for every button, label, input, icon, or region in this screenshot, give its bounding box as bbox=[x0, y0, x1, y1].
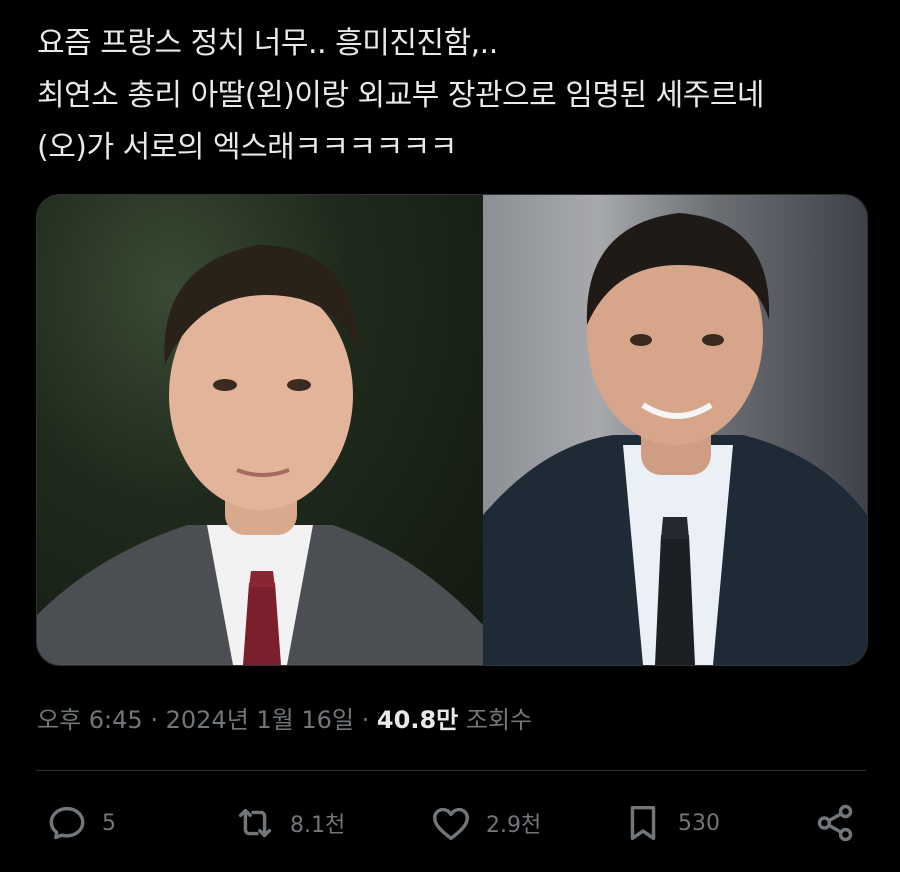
tweet-meta: 오후 6:45 · 2024년 1월 16일 · 40.8만 조회수 bbox=[37, 700, 532, 735]
tweet-time[interactable]: 오후 6:45 bbox=[37, 706, 143, 734]
views-count: 40.8만 bbox=[376, 706, 459, 734]
tweet-text: 요즘 프랑스 정치 너무.. 흥미진진함,.. 최연소 총리 아딸(왼)이랑 외… bbox=[37, 18, 877, 174]
tweet-date[interactable]: 2024년 1월 16일 bbox=[166, 706, 354, 734]
tweet-text-line: 최연소 총리 아딸(왼)이랑 외교부 장관으로 임명된 세주르네 bbox=[37, 78, 765, 113]
retweet-count: 8.1천 bbox=[290, 813, 346, 838]
photo-right-portrait[interactable] bbox=[483, 195, 867, 665]
bookmark-count: 530 bbox=[678, 810, 720, 836]
meta-separator: · bbox=[150, 706, 158, 734]
bookmark-icon bbox=[620, 800, 666, 846]
like-count: 2.9천 bbox=[486, 813, 542, 838]
action-bar: 5 8.1천 2.9천 530 bbox=[0, 798, 900, 848]
retweet-button[interactable]: 8.1천 bbox=[232, 798, 345, 848]
heart-icon bbox=[428, 800, 474, 846]
divider bbox=[36, 770, 866, 771]
views-label: 조회수 bbox=[465, 706, 533, 734]
tweet-text-line: (오)가 서로의 엑스래ㅋㅋㅋㅋㅋㅋ bbox=[37, 130, 457, 165]
photo-left-portrait[interactable] bbox=[37, 195, 483, 665]
bookmark-button[interactable]: 530 bbox=[620, 798, 720, 848]
share-icon bbox=[812, 800, 858, 846]
portrait-left-illustration bbox=[37, 245, 483, 665]
portrait-right-illustration bbox=[483, 213, 867, 665]
meta-separator: · bbox=[361, 706, 370, 734]
like-button[interactable]: 2.9천 bbox=[428, 798, 541, 848]
reply-button[interactable]: 5 bbox=[44, 798, 116, 848]
retweet-icon bbox=[232, 800, 278, 846]
tweet-text-line: 요즘 프랑스 정치 너무.. 흥미진진함,.. bbox=[37, 26, 498, 61]
reply-icon bbox=[44, 800, 90, 846]
share-button[interactable] bbox=[812, 798, 858, 848]
reply-count: 5 bbox=[102, 810, 116, 836]
tweet-media[interactable] bbox=[36, 194, 868, 666]
